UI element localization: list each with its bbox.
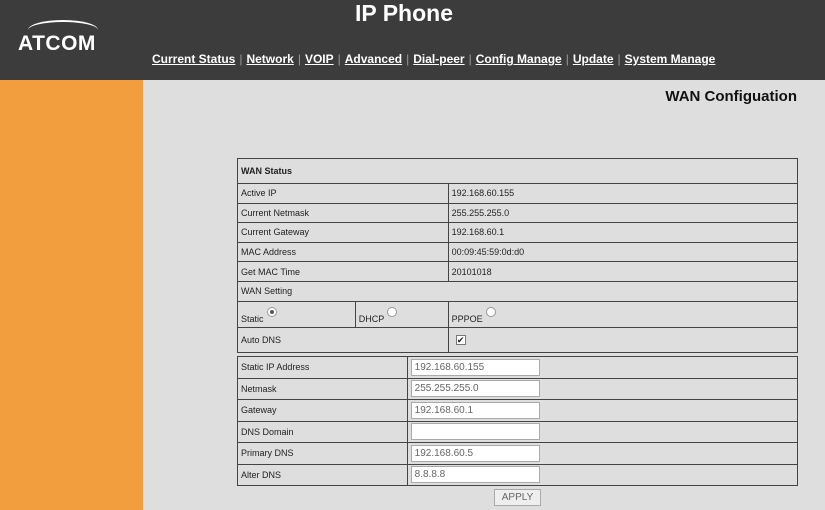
dns-domain-input[interactable]	[410, 423, 540, 441]
table-row: Current Gateway 192.168.60.1	[237, 222, 799, 243]
table-row: Static IP Address	[237, 356, 799, 379]
table-row: Alter DNS	[237, 463, 799, 486]
static-label: Static	[241, 313, 264, 324]
active-ip-label: Active IP	[237, 183, 449, 204]
wan-status-title: WAN Status	[237, 158, 798, 184]
nav-separator: |	[565, 52, 569, 66]
mac-address-label: MAC Address	[237, 241, 449, 263]
wan-setting-title: WAN Setting	[237, 280, 798, 302]
nav-voip[interactable]: VOIP	[305, 52, 334, 66]
dns-domain-label: DNS Domain	[237, 420, 408, 443]
table-row: Static DHCP PPPOE	[237, 300, 799, 328]
static-ip-input[interactable]	[410, 358, 540, 376]
dhcp-label: DHCP	[358, 313, 385, 324]
table-row: Auto DNS ✔	[237, 326, 799, 353]
gateway-input[interactable]	[410, 401, 540, 419]
table-row: WAN Setting	[237, 280, 798, 302]
pppoe-radio[interactable]	[485, 306, 496, 317]
current-netmask-label: Current Netmask	[237, 202, 449, 224]
mac-time-label: Get MAC Time	[237, 261, 449, 282]
mac-address-value: 00:09:45:59:0d:d0	[447, 241, 799, 263]
auto-dns-checkbox[interactable]: ✔	[455, 334, 466, 345]
nav-separator: |	[337, 52, 341, 66]
netmask-label: Netmask	[237, 377, 408, 400]
table-row: WAN Status	[237, 158, 798, 184]
nav-separator: |	[406, 52, 410, 66]
sidebar	[0, 80, 143, 510]
table-row: MAC Address 00:09:45:59:0d:d0	[237, 241, 799, 263]
nav-system-manage[interactable]: System Manage	[625, 52, 716, 66]
apply-button[interactable]: APPLY	[494, 489, 541, 506]
primary-dns-input[interactable]	[410, 444, 540, 462]
current-netmask-value: 255.255.255.0	[447, 202, 799, 224]
nav-dial-peer[interactable]: Dial-peer	[413, 52, 464, 66]
dhcp-radio[interactable]	[387, 306, 398, 317]
active-ip-value: 192.168.60.155	[447, 183, 799, 204]
table-row: Active IP 192.168.60.155	[237, 183, 799, 204]
table-row: DNS Domain	[237, 420, 799, 443]
mode-pppoe-cell[interactable]: PPPOE	[447, 300, 799, 328]
auto-dns-label: Auto DNS	[237, 326, 449, 353]
header-bar: ATCOM IP Phone Current Status | Network | VO…	[0, 0, 825, 80]
mode-static-cell[interactable]: Static	[237, 300, 356, 328]
section-heading: WAN Configuation	[665, 88, 797, 105]
current-gateway-value: 192.168.60.1	[447, 222, 799, 243]
mode-dhcp-cell[interactable]: DHCP	[354, 300, 449, 328]
static-config-table: Static IP Address Netmask Gateway DNS Do…	[237, 356, 799, 486]
static-ip-label: Static IP Address	[237, 356, 408, 379]
table-row: Gateway	[237, 399, 799, 422]
nav-separator: |	[239, 52, 243, 66]
page-title: IP Phone	[355, 0, 453, 26]
nav-current-status[interactable]: Current Status	[152, 52, 235, 66]
nav-update[interactable]: Update	[573, 52, 614, 66]
logo: ATCOM	[18, 32, 96, 55]
table-row: Netmask	[237, 377, 799, 400]
mac-time-value: 20101018	[447, 261, 799, 282]
nav-network[interactable]: Network	[246, 52, 293, 66]
static-radio[interactable]	[266, 306, 277, 317]
nav-separator: |	[617, 52, 621, 66]
auto-dns-cell: ✔	[447, 326, 799, 353]
alter-dns-input[interactable]	[410, 466, 540, 484]
table-row: Primary DNS	[237, 442, 799, 465]
nav-separator: |	[297, 52, 301, 66]
wan-status-table: WAN Status Active IP 192.168.60.155 Curr…	[237, 158, 799, 353]
nav-separator: |	[468, 52, 472, 66]
table-row: Current Netmask 255.255.255.0	[237, 202, 799, 224]
nav-config-manage[interactable]: Config Manage	[476, 52, 562, 66]
netmask-input[interactable]	[410, 380, 540, 398]
gateway-label: Gateway	[237, 399, 408, 422]
alter-dns-label: Alter DNS	[237, 463, 408, 486]
current-gateway-label: Current Gateway	[237, 222, 449, 243]
pppoe-label: PPPOE	[451, 313, 483, 324]
primary-dns-label: Primary DNS	[237, 442, 408, 465]
table-row: Get MAC Time 20101018	[237, 261, 799, 282]
nav-advanced[interactable]: Advanced	[345, 52, 402, 66]
main-nav: Current Status | Network | VOIP | Advanced | Dia…	[152, 52, 715, 66]
